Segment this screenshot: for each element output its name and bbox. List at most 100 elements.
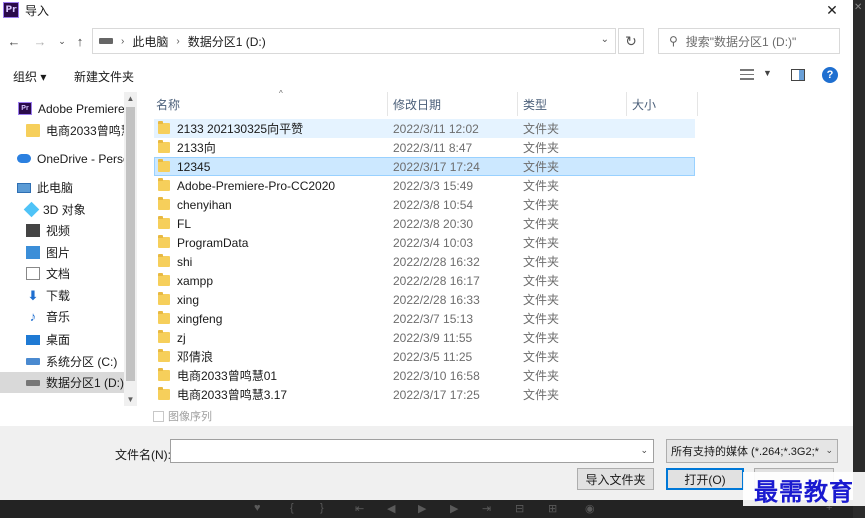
sidebar-item-videos[interactable]: 视频 bbox=[0, 220, 124, 241]
file-name: Adobe-Premiere-Pro-CC2020 bbox=[177, 178, 336, 193]
sidebar-item-system-drive[interactable]: 系统分区 (C:) bbox=[0, 351, 124, 372]
file-name-cell: 电商2033曾鸣慧01 bbox=[158, 367, 277, 384]
sidebar-item-downloads[interactable]: ⬇ 下载 bbox=[0, 285, 124, 306]
column-header-type[interactable]: 类型 bbox=[518, 92, 627, 116]
file-list-scrollbar[interactable] bbox=[841, 92, 853, 406]
file-type: 文件夹 bbox=[523, 160, 560, 174]
export-frame-icon[interactable]: ◉ bbox=[585, 502, 595, 515]
file-modified: 2022/3/3 15:49 bbox=[393, 178, 474, 193]
file-modified: 2022/2/28 16:33 bbox=[393, 292, 480, 307]
breadcrumb-separator[interactable]: › bbox=[121, 36, 124, 47]
file-row[interactable]: 2133向 2022/3/11 8:47 文件夹 bbox=[154, 138, 695, 157]
file-modified: 2022/3/9 11:55 bbox=[393, 330, 473, 345]
file-modified: 2022/2/28 16:32 bbox=[393, 254, 480, 269]
file-row[interactable]: FL 2022/3/8 20:30 文件夹 bbox=[154, 214, 695, 233]
file-modified: 2022/3/10 16:58 bbox=[393, 368, 480, 383]
file-modified: 2022/3/11 8:47 bbox=[393, 140, 473, 155]
file-row[interactable]: 电商2033曾鸣慧01 2022/3/10 16:58 文件夹 bbox=[154, 366, 695, 385]
folder-icon bbox=[158, 121, 170, 134]
in-point-icon[interactable]: { bbox=[290, 502, 294, 514]
scrollbar-thumb[interactable] bbox=[126, 107, 135, 381]
downloads-icon: ⬇ bbox=[27, 288, 39, 303]
sidebar-item-pictures[interactable]: 图片 bbox=[0, 242, 124, 263]
view-dropdown-icon[interactable]: ▼ bbox=[763, 68, 772, 78]
view-options-icon[interactable] bbox=[740, 69, 754, 80]
play-icon[interactable]: ▶ bbox=[418, 502, 426, 515]
out-point-icon[interactable]: } bbox=[320, 502, 324, 514]
column-header-size[interactable]: 大小 bbox=[627, 92, 698, 116]
file-row[interactable]: shi 2022/2/28 16:32 文件夹 bbox=[154, 252, 695, 271]
file-row[interactable]: 12345 2022/3/17 17:24 文件夹 bbox=[154, 157, 695, 176]
refresh-icon[interactable]: ↻ bbox=[618, 28, 644, 54]
organize-menu[interactable]: 组织 ▾ bbox=[13, 68, 46, 85]
folder-icon bbox=[158, 330, 170, 343]
extract-icon[interactable]: ⊞ bbox=[548, 502, 557, 515]
recent-locations-chevron-icon[interactable]: ⌄ bbox=[54, 32, 70, 50]
file-row[interactable]: xingfeng 2022/3/7 15:13 文件夹 bbox=[154, 309, 695, 328]
sidebar-item-label: 3D 对象 bbox=[43, 203, 86, 217]
file-type: 文件夹 bbox=[523, 179, 560, 193]
breadcrumb-separator[interactable]: › bbox=[176, 36, 179, 47]
help-icon[interactable]: ? bbox=[822, 67, 838, 83]
file-row[interactable]: Adobe-Premiere-Pro-CC2020 2022/3/3 15:49 文… bbox=[154, 176, 695, 195]
address-bar[interactable]: › 此电脑 › 数据分区1 (D:) ⌄ bbox=[92, 28, 616, 54]
file-row[interactable]: zj 2022/3/9 11:55 文件夹 bbox=[154, 328, 695, 347]
go-to-out-icon[interactable]: ⇥ bbox=[482, 502, 491, 515]
file-row[interactable]: xing 2022/2/28 16:33 文件夹 bbox=[154, 290, 695, 309]
sidebar-item-data-drive[interactable]: 数据分区1 (D:) bbox=[0, 372, 124, 393]
filename-input[interactable]: ⌄ bbox=[170, 439, 654, 463]
forward-arrow-icon[interactable]: → bbox=[32, 32, 48, 50]
sidebar-item-music[interactable]: ♪ 音乐 bbox=[0, 306, 124, 327]
file-row[interactable]: 2133 202130325向平赞 2022/3/11 12:02 文件夹 bbox=[154, 119, 695, 138]
close-button[interactable]: ✕ bbox=[817, 0, 847, 20]
file-type-select[interactable]: 所有支持的媒体 (*.264;*.3G2;* ⌄ bbox=[666, 439, 838, 463]
checkbox-box[interactable] bbox=[153, 410, 164, 422]
search-input[interactable]: ⚲ 搜索"数据分区1 (D:)" bbox=[658, 28, 840, 54]
open-button[interactable]: 打开(O) bbox=[666, 468, 744, 490]
sidebar-item-this-pc[interactable]: 此电脑 bbox=[0, 177, 124, 198]
file-name: 2133向 bbox=[177, 141, 216, 155]
file-list: 名称 ^ 修改日期 类型 大小 2133 202130325向平赞 2022/3/… bbox=[137, 89, 841, 406]
marker-icon[interactable]: ♥ bbox=[254, 502, 261, 514]
file-name-cell: xingfeng bbox=[158, 311, 222, 326]
file-row[interactable]: ProgramData 2022/3/4 10:03 文件夹 bbox=[154, 233, 695, 252]
file-row[interactable]: chenyihan 2022/3/8 10:54 文件夹 bbox=[154, 195, 695, 214]
navigation-pane: Pr Adobe Premiere 电商2033曾鸣慧 OneDrive - P… bbox=[0, 92, 137, 406]
file-name: ProgramData bbox=[177, 235, 249, 250]
sidebar-item-3d-objects[interactable]: 3D 对象 bbox=[0, 199, 124, 220]
preview-pane-icon[interactable] bbox=[791, 69, 805, 81]
image-sequence-checkbox[interactable]: 图像序列 bbox=[153, 408, 212, 424]
breadcrumb-this-pc[interactable]: 此电脑 bbox=[132, 33, 168, 50]
sidebar-item-adobe-premiere[interactable]: Pr Adobe Premiere bbox=[0, 98, 124, 119]
sidebar-item-ecommerce-folder[interactable]: 电商2033曾鸣慧 bbox=[0, 120, 124, 141]
scroll-up-icon[interactable]: ▲ bbox=[124, 94, 137, 103]
sidebar-item-onedrive[interactable]: OneDrive - Perso bbox=[0, 148, 124, 169]
file-row[interactable]: 邓倩浪 2022/3/5 11:25 文件夹 bbox=[154, 347, 695, 366]
file-type: 文件夹 bbox=[523, 331, 560, 345]
file-row[interactable]: 电商2033曾鸣慧3.17 2022/3/17 17:25 文件夹 bbox=[154, 385, 695, 404]
file-row[interactable]: xampp 2022/2/28 16:17 文件夹 bbox=[154, 271, 695, 290]
column-header-name[interactable]: 名称 ^ bbox=[151, 89, 388, 116]
column-header-modified[interactable]: 修改日期 bbox=[388, 92, 518, 116]
back-arrow-icon[interactable]: ← bbox=[6, 32, 22, 50]
new-folder-button[interactable]: 新建文件夹 bbox=[74, 68, 134, 85]
sidebar-item-documents[interactable]: 文档 bbox=[0, 263, 124, 284]
image-sequence-label: 图像序列 bbox=[168, 411, 212, 423]
data-drive-icon bbox=[26, 379, 40, 386]
videos-icon bbox=[26, 224, 40, 237]
file-type-dropdown-icon[interactable]: ⌄ bbox=[823, 445, 833, 456]
breadcrumb-data-drive[interactable]: 数据分区1 (D:) bbox=[188, 33, 266, 50]
step-back-icon[interactable]: ◀ bbox=[387, 502, 395, 515]
lift-icon[interactable]: ⊟ bbox=[515, 502, 524, 515]
go-to-in-icon[interactable]: ⇤ bbox=[355, 502, 364, 515]
3d-objects-icon bbox=[23, 201, 40, 218]
file-modified: 2022/3/4 10:03 bbox=[393, 235, 474, 250]
scroll-down-icon[interactable]: ▼ bbox=[124, 395, 137, 404]
address-dropdown-icon[interactable]: ⌄ bbox=[601, 34, 609, 45]
filename-dropdown-icon[interactable]: ⌄ bbox=[640, 445, 648, 456]
import-folder-button[interactable]: 导入文件夹 bbox=[577, 468, 654, 490]
step-forward-icon[interactable]: ▶ bbox=[450, 502, 458, 515]
up-arrow-icon[interactable]: ↑ bbox=[72, 32, 88, 50]
navigation-scrollbar[interactable]: ▲ ▼ bbox=[124, 92, 137, 406]
sidebar-item-desktop[interactable]: 桌面 bbox=[0, 329, 124, 350]
